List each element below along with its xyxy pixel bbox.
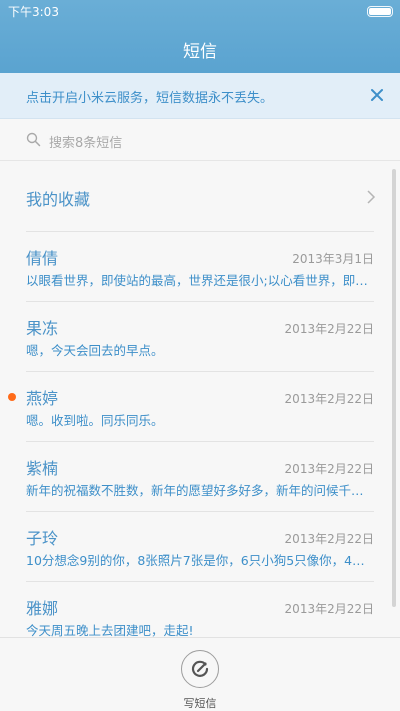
message-preview: 今天周五晚上去团建吧，走起! (26, 623, 194, 637)
battery-icon (367, 6, 393, 17)
favorites-row[interactable]: 我的收藏 (0, 161, 400, 231)
search-bar[interactable]: 搜索8条短信 (0, 119, 400, 161)
contact-name: 紫楠 (26, 459, 59, 478)
message-date: 2013年3月1日 (292, 252, 374, 266)
conversation-list: 我的收藏 倩倩 2013年3月1日 以眼看世界，即使站的最高，世界还是很小;以心… (0, 161, 400, 637)
search-input[interactable]: 搜索8条短信 (49, 132, 122, 151)
banner-text[interactable]: 点击开启小米云服务，短信数据永不丢失。 (26, 87, 273, 106)
list-item[interactable]: 果冻 2013年2月22日 嗯，今天会回去的早点。 (0, 301, 400, 371)
contact-name: 倩倩 (26, 249, 59, 268)
status-time: 下午3:03 (8, 5, 59, 19)
close-icon[interactable] (368, 86, 386, 104)
message-date: 2013年2月22日 (284, 322, 374, 336)
list-item[interactable]: 紫楠 2013年2月22日 新年的祝福数不胜数，新年的愿望好多好多，新年的问候千… (0, 441, 400, 511)
list-item[interactable]: 燕婷 2013年2月22日 嗯。收到啦。同乐同乐。 (0, 371, 400, 441)
message-preview: 嗯。收到啦。同乐同乐。 (26, 413, 164, 428)
message-preview: 嗯，今天会回去的早点。 (26, 343, 164, 358)
message-preview: 以眼看世界，即使站的最高，世界还是很小;以心看世界，即使身处最低，世界也会变得很… (26, 273, 370, 288)
list-item[interactable]: 雅娜 2013年2月22日 今天周五晚上去团建吧，走起! (0, 581, 400, 637)
message-date: 2013年2月22日 (284, 462, 374, 476)
app-header: 下午3:03 短信 (0, 0, 400, 73)
compose-icon (191, 660, 209, 677)
unread-dot-icon (8, 393, 16, 401)
list-item[interactable]: 子玲 2013年2月22日 10分想念9别的你，8张照片7张是你，6只小狗5只像… (0, 511, 400, 581)
search-icon (26, 132, 41, 147)
favorites-label: 我的收藏 (26, 190, 91, 209)
list-item[interactable]: 倩倩 2013年3月1日 以眼看世界，即使站的最高，世界还是很小;以心看世界，即… (0, 231, 400, 301)
chevron-right-icon (366, 189, 376, 205)
message-date: 2013年2月22日 (284, 392, 374, 406)
message-date: 2013年2月22日 (284, 602, 374, 616)
contact-name: 子玲 (26, 529, 59, 548)
message-preview: 新年的祝福数不胜数，新年的愿望好多好多，新年的问候千言万语。 (26, 483, 370, 498)
contact-name: 燕婷 (26, 389, 59, 408)
page-title: 短信 (183, 42, 217, 62)
message-date: 2013年2月22日 (284, 532, 374, 546)
contact-name: 雅娜 (26, 599, 59, 618)
message-preview: 10分想念9别的你，8张照片7张是你，6只小狗5只像你，4月3日你2人相遇。 (26, 553, 370, 568)
contact-name: 果冻 (26, 319, 59, 338)
compose-button[interactable] (181, 650, 219, 688)
bottom-bar: 写短信 (0, 637, 400, 711)
compose-label: 写短信 (183, 697, 217, 710)
cloud-banner[interactable]: 点击开启小米云服务，短信数据永不丢失。 (0, 73, 400, 119)
